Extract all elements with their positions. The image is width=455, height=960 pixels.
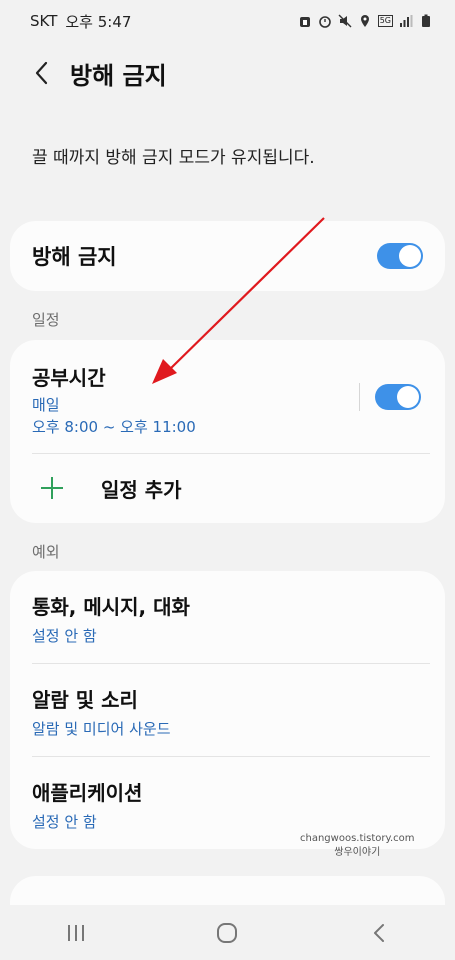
back-button[interactable] bbox=[22, 53, 62, 93]
location-icon bbox=[360, 15, 369, 27]
watermark-name: 쌍우이야기 bbox=[334, 847, 381, 858]
recent-apps-icon bbox=[67, 924, 84, 941]
carrier-label: SKT bbox=[30, 12, 58, 30]
status-left: SKT 오후 5:47 bbox=[30, 11, 131, 32]
add-schedule-label: 일정 추가 bbox=[101, 477, 182, 502]
schedule-name: 공부시간 bbox=[32, 366, 106, 390]
vertical-divider bbox=[359, 383, 360, 411]
alarm-clock-icon bbox=[318, 16, 331, 28]
schedule-section-label: 일정 bbox=[32, 311, 60, 329]
toggle-knob bbox=[397, 386, 419, 408]
network-5g-icon: 5G bbox=[377, 15, 393, 27]
watermark-url: changwoos.tistory.com bbox=[300, 833, 415, 844]
exception-title: 통화, 메시지, 대화 bbox=[32, 595, 190, 619]
home-icon bbox=[217, 922, 238, 943]
navigation-bar bbox=[0, 905, 455, 960]
chevron-left-icon bbox=[35, 61, 48, 85]
exception-title: 애플리케이션 bbox=[32, 781, 143, 805]
alarm-icon bbox=[299, 17, 310, 27]
dnd-label: 방해 금지 bbox=[32, 245, 117, 269]
nav-back-button[interactable] bbox=[349, 913, 409, 953]
battery-icon bbox=[422, 14, 430, 27]
exception-subtitle: 설정 안 함 bbox=[32, 813, 97, 831]
watermark: changwoos.tistory.com 쌍우이야기 bbox=[300, 832, 415, 860]
plus-icon bbox=[39, 475, 65, 501]
header: 방해 금지 bbox=[0, 48, 455, 98]
exception-calls-messages[interactable]: 통화, 메시지, 대화 설정 안 함 bbox=[10, 571, 445, 663]
exception-subtitle: 설정 안 함 bbox=[32, 627, 97, 645]
add-schedule-button[interactable]: 일정 추가 bbox=[10, 453, 445, 523]
recent-apps-button[interactable] bbox=[46, 913, 106, 953]
page-title: 방해 금지 bbox=[70, 61, 167, 90]
status-bar: SKT 오후 5:47 5G bbox=[0, 0, 455, 42]
exception-title: 알람 및 소리 bbox=[32, 688, 138, 712]
toggle-knob bbox=[399, 245, 421, 267]
schedule-item[interactable]: 공부시간 매일 오후 8:00 ~ 오후 11:00 bbox=[10, 340, 445, 453]
schedule-card: 공부시간 매일 오후 8:00 ~ 오후 11:00 일정 추가 bbox=[10, 340, 445, 523]
schedule-time: 오후 8:00 ~ 오후 11:00 bbox=[32, 418, 196, 436]
home-button[interactable] bbox=[197, 913, 257, 953]
status-icons: 5G bbox=[298, 14, 433, 28]
exceptions-card: 통화, 메시지, 대화 설정 안 함 알람 및 소리 알람 및 미디어 사운드 … bbox=[10, 571, 445, 849]
schedule-toggle[interactable] bbox=[375, 384, 421, 410]
schedule-days: 매일 bbox=[32, 396, 60, 414]
mute-icon bbox=[338, 14, 352, 28]
dnd-description: 끌 때까지 방해 금지 모드가 유지됩니다. bbox=[32, 148, 315, 168]
exception-subtitle: 알람 및 미디어 사운드 bbox=[32, 720, 171, 738]
status-time: 오후 5:47 bbox=[65, 12, 132, 31]
exception-alarms-sounds[interactable]: 알람 및 소리 알람 및 미디어 사운드 bbox=[10, 664, 445, 756]
signal-icon bbox=[400, 15, 413, 27]
dnd-toggle-card[interactable]: 방해 금지 bbox=[10, 221, 445, 291]
dnd-toggle[interactable] bbox=[377, 243, 423, 269]
back-icon bbox=[374, 923, 385, 942]
exceptions-section-label: 예외 bbox=[32, 543, 60, 561]
